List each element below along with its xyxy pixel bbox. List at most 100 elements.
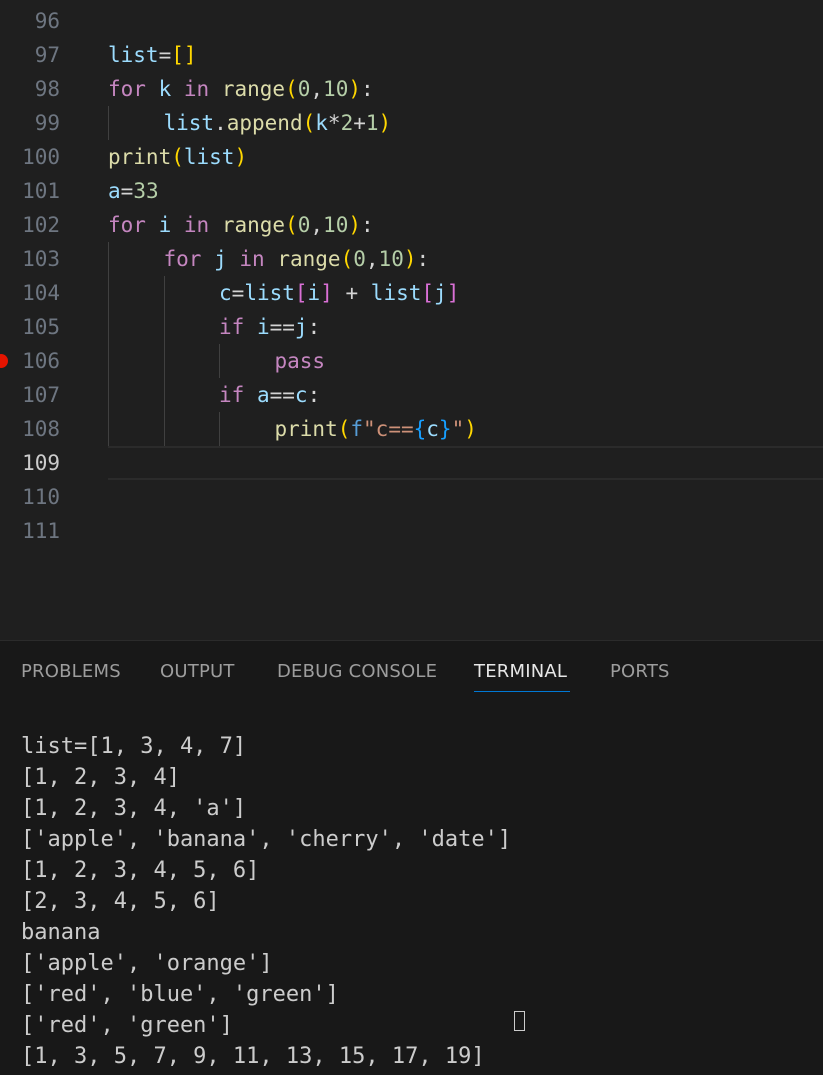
code-token: 0 (297, 213, 311, 237)
terminal-line: ['red', 'green'] (21, 1013, 233, 1038)
code-token: for (163, 247, 202, 271)
code-area: list=[] (108, 38, 823, 72)
code-line[interactable]: 101 a=33 (0, 174, 823, 208)
code-line[interactable]: 103 for j in range(0,10): (0, 242, 823, 276)
code-line[interactable]: 105 if i==j: (0, 310, 823, 344)
tab-debug-console[interactable]: DEBUG CONSOLE (277, 661, 437, 682)
code-line[interactable]: 106 pass (0, 344, 823, 378)
code-token: , (310, 77, 324, 101)
code-token: 1 (365, 111, 379, 135)
terminal-cursor (514, 1011, 525, 1031)
code-token: " (451, 417, 465, 441)
code-line[interactable]: 111 (0, 514, 823, 548)
line-number: 102 (22, 213, 60, 237)
terminal-line: ['apple', 'orange'] (21, 951, 273, 976)
code-token: f (350, 417, 364, 441)
code-token: * (327, 111, 341, 135)
terminal-line: [1, 3, 5, 7, 9, 11, 13, 15, 17, 19] (21, 1044, 485, 1069)
code-text: pass (275, 344, 326, 378)
line-number: 101 (22, 179, 60, 203)
code-token: = (231, 281, 245, 305)
code-token: ( (337, 417, 351, 441)
code-area (108, 480, 823, 514)
code-token: c (294, 383, 308, 407)
tab-problems[interactable]: PROBLEMS (21, 661, 121, 682)
code-token: ) (464, 417, 477, 441)
code-area: for k in range(0,10): (108, 72, 823, 106)
code-area: if i==j: (108, 310, 823, 344)
code-area: pass (108, 344, 823, 378)
code-token: , (365, 247, 379, 271)
code-token: ( (302, 111, 316, 135)
code-editor[interactable]: 96 97 list=[] 98 for k in range(0,10): 99 list… (0, 0, 823, 640)
line-number: 106 (22, 349, 60, 373)
code-token: i (256, 315, 270, 339)
code-line[interactable]: 99 list.append(k*2+1) (0, 106, 823, 140)
terminal-line: [1, 2, 3, 4, 5, 6] (21, 858, 260, 883)
terminal-output[interactable]: list=[1, 3, 4, 7] [1, 2, 3, 4] [1, 2, 3, 4… (21, 731, 823, 1075)
code-token: in (239, 247, 265, 271)
code-line[interactable]: 109 (0, 446, 823, 480)
code-line[interactable]: 107 if a==c: (0, 378, 823, 412)
code-token: : (361, 77, 374, 101)
code-text: print(list) (108, 140, 247, 174)
code-text: print(f"c=={c}") (275, 412, 477, 446)
code-token: [ (421, 281, 435, 305)
code-token: for (108, 213, 146, 237)
tab-output[interactable]: OUTPUT (160, 661, 235, 682)
indent-guide (108, 412, 109, 446)
code-token: 0 (353, 247, 366, 271)
terminal-line: list=[1, 3, 4, 7] (21, 734, 247, 759)
code-line[interactable]: 100 print(list) (0, 140, 823, 174)
code-text: c=list[i] + list[j] (219, 276, 459, 310)
indent-guide (108, 106, 109, 140)
code-token: ) (403, 247, 417, 271)
line-number: 110 (22, 485, 60, 509)
code-line[interactable]: 97 list=[] (0, 38, 823, 72)
code-line[interactable]: 98 for k in range(0,10): (0, 72, 823, 106)
code-area: c=list[i] + list[j] (108, 276, 823, 310)
line-number: 100 (22, 145, 60, 169)
code-text: list.append(k*2+1) (164, 106, 392, 140)
code-token: j (214, 247, 227, 271)
code-area: print(list) (108, 140, 823, 174)
line-number: 98 (34, 77, 60, 101)
code-text: for i in range(0,10): (108, 208, 374, 242)
code-token: i (307, 281, 321, 305)
bottom-panel: PROBLEMS OUTPUT DEBUG CONSOLE TERMINAL P… (0, 640, 823, 1075)
tab-ports[interactable]: PORTS (610, 661, 670, 682)
code-token: { (413, 417, 427, 441)
code-line[interactable]: 104 c=list[i] + list[j] (0, 276, 823, 310)
code-area: print(f"c=={c}") (108, 412, 823, 446)
code-token: 33 (133, 179, 159, 203)
code-token: == (269, 383, 295, 407)
code-token: ( (171, 145, 184, 169)
line-number: 108 (22, 417, 60, 441)
code-line[interactable]: 108 print(f"c=={c}") (0, 412, 823, 446)
code-line[interactable]: 96 (0, 4, 823, 38)
code-token: k (315, 111, 328, 135)
code-token: 2 (340, 111, 354, 135)
code-token: "c== (363, 417, 414, 441)
tab-terminal[interactable]: TERMINAL (474, 661, 567, 682)
code-token: range (277, 247, 341, 271)
code-token: range (221, 77, 286, 101)
code-text: if i==j: (219, 310, 320, 344)
code-line[interactable]: 102 for i in range(0,10): (0, 208, 823, 242)
indent-guide (108, 344, 109, 378)
code-token: = (158, 43, 172, 67)
code-token: 10 (378, 247, 404, 271)
indent-guide (163, 276, 165, 310)
code-token: ) (378, 111, 392, 135)
line-number: 97 (34, 43, 60, 67)
code-token: i (158, 213, 172, 237)
code-token: : (361, 213, 374, 237)
code-area: a=33 (108, 174, 823, 208)
code-line[interactable]: 110 (0, 480, 823, 514)
